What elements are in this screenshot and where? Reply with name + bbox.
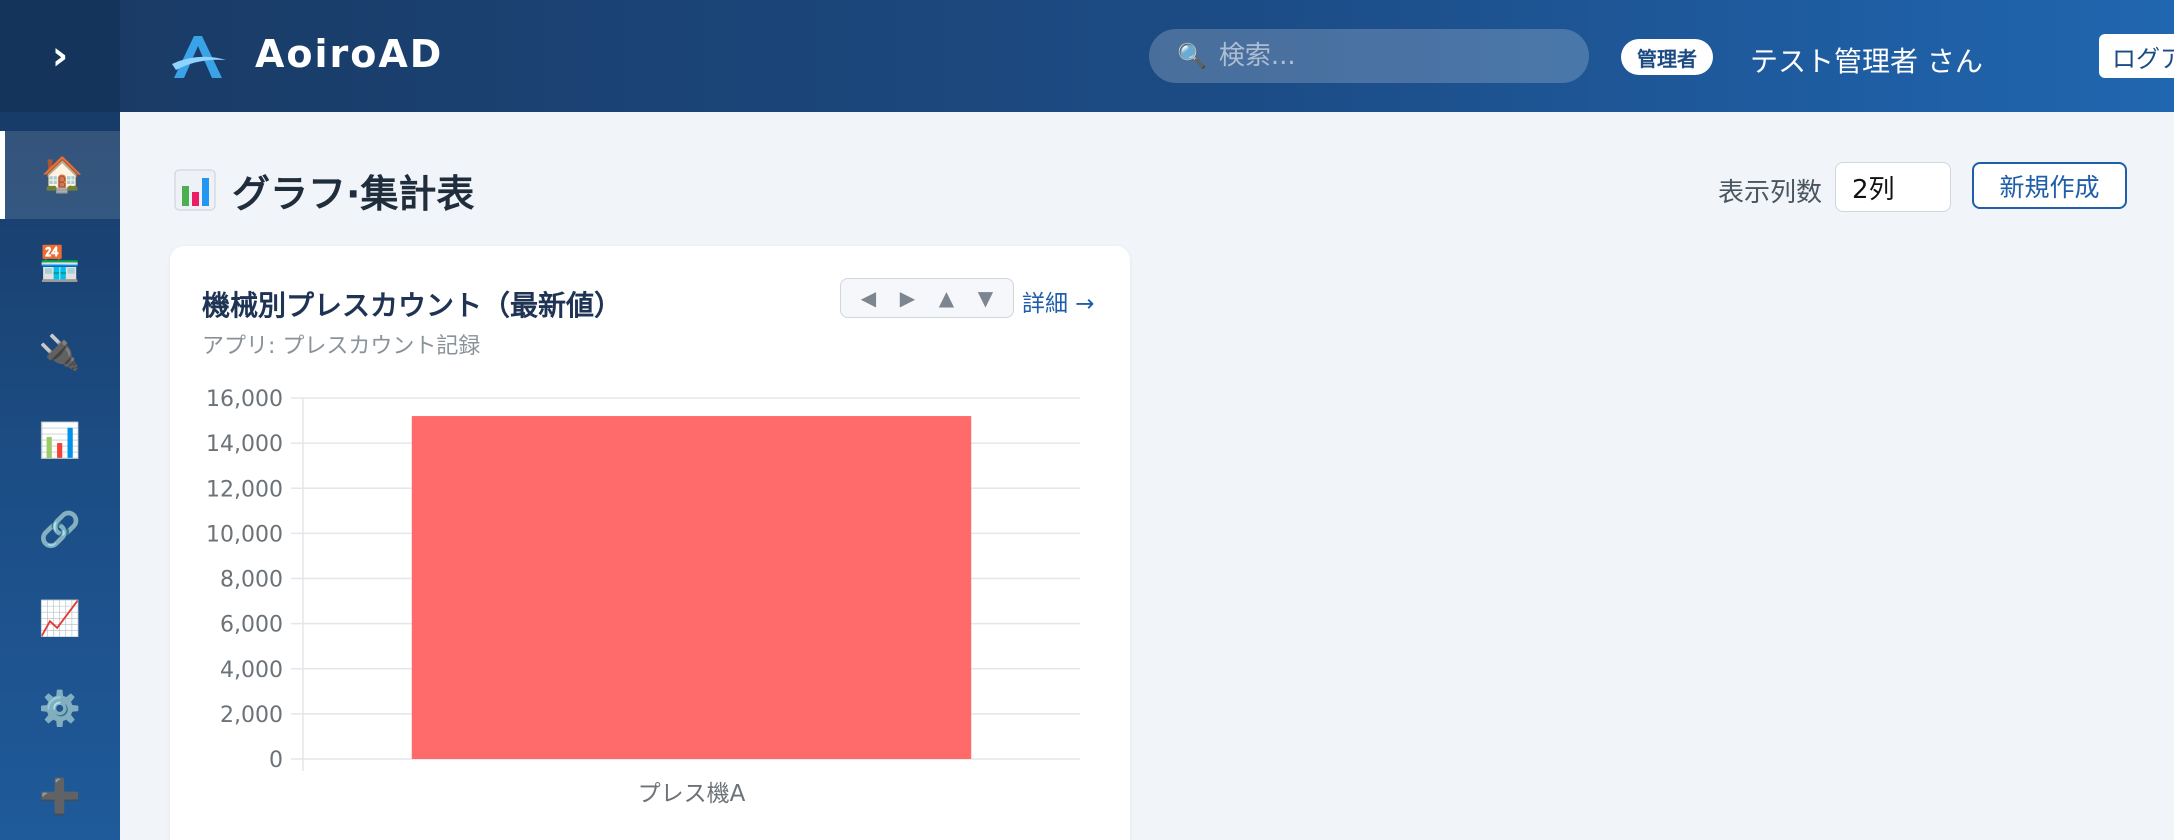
sidebar-item-add[interactable]: ➕ <box>0 753 120 840</box>
sidebar-item-trends[interactable]: 📈 <box>0 575 120 663</box>
gear-icon: ⚙️ <box>38 689 82 729</box>
trend-chart-icon: 📈 <box>38 599 82 639</box>
search-box[interactable]: 🔍 <box>1149 29 1589 83</box>
new-create-button[interactable]: 新規作成 <box>1972 162 2127 209</box>
y-tick-label: 8,000 <box>220 568 283 593</box>
y-tick-label: 16,000 <box>206 387 283 412</box>
top-header: AoiroAD 🔍 管理者 テスト管理者 さん ログアウト <box>120 0 2174 112</box>
plus-icon: ➕ <box>38 777 82 817</box>
home-icon: 🏠 <box>41 155 84 195</box>
y-tick-label: 4,000 <box>220 658 283 683</box>
sidebar-item-charts[interactable]: 📊 <box>0 397 120 485</box>
sidebar-item-home[interactable]: 🏠 <box>0 131 120 219</box>
link-icon: 🔗 <box>38 510 82 550</box>
columns-label: 表示列数 <box>1718 178 1823 208</box>
detail-link[interactable]: 詳細 → <box>1022 284 1095 318</box>
y-tick-label: 2,000 <box>220 703 283 728</box>
bar <box>411 416 972 759</box>
bar-chart-icon <box>174 169 216 211</box>
y-tick-label: 14,000 <box>206 432 283 457</box>
logout-button[interactable]: ログアウト <box>2099 34 2174 78</box>
logo-icon <box>172 36 226 78</box>
move-right-button[interactable]: ▶ <box>890 286 926 310</box>
sidebar-item-settings[interactable]: ⚙️ <box>0 665 120 753</box>
card-subtitle: アプリ: プレスカウント記録 <box>202 334 481 359</box>
y-tick-label: 0 <box>269 748 283 773</box>
card-title: 機械別プレスカウント（最新値） <box>202 289 623 322</box>
columns-select[interactable]: 2列 <box>1835 162 1951 212</box>
move-left-button[interactable]: ◀ <box>851 286 887 310</box>
sidebar-item-links[interactable]: 🔗 <box>0 486 120 574</box>
sidebar-item-plug[interactable]: 🔌 <box>0 309 120 397</box>
bar-chart-icon: 📊 <box>38 421 82 461</box>
y-tick-label: 6,000 <box>220 613 283 638</box>
y-tick-label: 12,000 <box>206 477 283 502</box>
sidebar-item-store[interactable]: 🏪 <box>0 220 120 308</box>
chart-card: 機械別プレスカウント（最新値） アプリ: プレスカウント記録 ◀ ▶ ▲ ▼ 詳… <box>170 246 1130 840</box>
sidebar: › 🏠 🏪 🔌 📊 🔗 📈 ⚙️ ➕ <box>0 0 120 840</box>
store-icon: 🏪 <box>38 244 82 284</box>
user-name: テスト管理者 さん <box>1750 45 1983 78</box>
role-badge: 管理者 <box>1621 39 1713 75</box>
search-icon: 🔍 <box>1177 42 1207 70</box>
page-title: グラフ·集計表 <box>232 172 475 216</box>
card-controls: ◀ ▶ ▲ ▼ <box>840 278 1014 318</box>
move-down-button[interactable]: ▼ <box>968 286 1004 310</box>
move-up-button[interactable]: ▲ <box>929 286 965 310</box>
x-tick-label: プレス機A <box>638 781 746 807</box>
bar-chart: 0 2,000 4,000 6,000 8,000 10,000 12,000 14,000 1… <box>206 387 1080 807</box>
plug-icon: 🔌 <box>38 333 82 373</box>
y-tick-label: 10,000 <box>206 522 283 547</box>
search-input[interactable] <box>1218 41 1579 71</box>
chevron-right-icon: › <box>51 33 69 79</box>
app-logo-text: AoiroAD <box>255 32 444 76</box>
sidebar-toggle-button[interactable]: › <box>0 0 120 112</box>
